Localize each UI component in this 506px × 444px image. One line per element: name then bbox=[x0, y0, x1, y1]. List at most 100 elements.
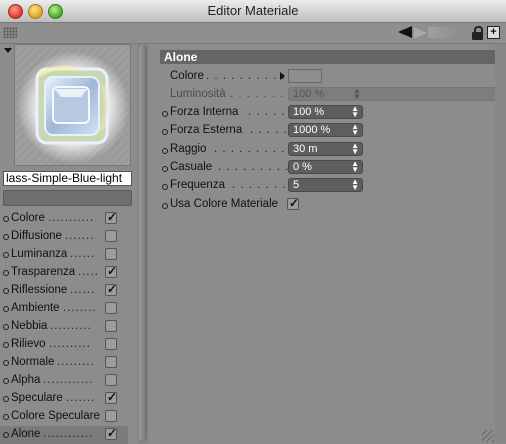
leader-dots: .......... bbox=[49, 338, 91, 350]
channel-item[interactable]: Nebbia.......... bbox=[0, 318, 128, 336]
resize-grip-icon[interactable] bbox=[482, 430, 494, 442]
stepper-arrows-icon[interactable]: ▲ ▼ bbox=[351, 160, 359, 174]
channel-item[interactable]: Diffusione....... bbox=[0, 228, 128, 246]
prop-label: Forza Esterna bbox=[170, 124, 243, 136]
animation-dot-icon[interactable] bbox=[3, 306, 9, 312]
left-scrollbar[interactable] bbox=[138, 44, 148, 443]
material-editor-window: Editor Materiale + lass-Simple-Blue-ligh… bbox=[0, 0, 506, 444]
channel-item[interactable]: Riflessione...... ✓ bbox=[0, 282, 128, 300]
channel-item[interactable]: Colore........... ✓ bbox=[0, 210, 128, 228]
back-arrow-icon[interactable] bbox=[398, 26, 412, 38]
animation-dot-icon[interactable] bbox=[3, 270, 9, 276]
channel-checkbox[interactable] bbox=[105, 338, 117, 350]
channel-item[interactable]: Colore Speculare bbox=[0, 408, 128, 426]
channel-label: Trasparenza bbox=[11, 266, 76, 278]
grip-icon[interactable] bbox=[3, 27, 17, 38]
leader-dots: . . . . . . . . . . bbox=[218, 161, 298, 173]
animation-dot-icon[interactable] bbox=[162, 148, 168, 154]
checkmark-icon: ✓ bbox=[107, 210, 118, 224]
channel-list: Colore........... ✓ Diffusione....... Lumin… bbox=[0, 210, 128, 444]
animation-dot-icon[interactable] bbox=[3, 378, 9, 384]
channel-label: Nebbia bbox=[11, 320, 48, 332]
stepper-arrows-icon[interactable]: ▲ ▼ bbox=[351, 142, 359, 156]
left-scroll-thumb[interactable] bbox=[139, 45, 147, 441]
animation-dot-icon[interactable] bbox=[3, 234, 9, 240]
color-picker-triangle-icon[interactable] bbox=[280, 72, 285, 80]
prop-label: Raggio bbox=[170, 143, 207, 155]
stepper-arrows-icon[interactable]: ▲ ▼ bbox=[351, 178, 359, 192]
color-swatch[interactable] bbox=[288, 69, 322, 83]
animation-dot-icon[interactable] bbox=[162, 129, 168, 135]
channel-item[interactable]: Trasparenza..... ✓ bbox=[0, 264, 128, 282]
channel-label: Alpha bbox=[11, 374, 41, 386]
stepper-arrows-icon[interactable]: ▲ ▼ bbox=[351, 123, 359, 137]
field-value: 5 bbox=[293, 179, 300, 191]
channel-item[interactable]: Normale......... bbox=[0, 354, 128, 372]
leader-dots: ...... bbox=[70, 284, 96, 296]
channel-checkbox[interactable] bbox=[105, 230, 117, 242]
stepper-arrows-icon[interactable]: ▲ ▼ bbox=[351, 105, 359, 119]
history-bar bbox=[428, 27, 458, 38]
channel-checkbox[interactable] bbox=[105, 356, 117, 368]
glass-cube-preview bbox=[17, 51, 129, 163]
channel-label: Alone bbox=[11, 428, 41, 440]
channel-checkbox[interactable] bbox=[105, 248, 117, 260]
animation-dot-icon[interactable] bbox=[162, 166, 168, 172]
prop-label: Usa Colore Materiale bbox=[170, 198, 279, 210]
channel-item[interactable]: Luminanza...... bbox=[0, 246, 128, 264]
channel-label: Diffusione bbox=[11, 230, 62, 242]
animation-dot-icon[interactable] bbox=[3, 414, 9, 420]
channel-checkbox[interactable] bbox=[105, 320, 117, 332]
forza-interna-field[interactable]: 100 % ▲ ▼ bbox=[288, 105, 363, 119]
channel-checkbox[interactable]: ✓ bbox=[105, 426, 117, 440]
channel-item[interactable]: Alone............ ✓ bbox=[0, 426, 128, 444]
channel-label: Normale bbox=[11, 356, 55, 368]
channel-label: Riflessione bbox=[11, 284, 68, 296]
animation-dot-icon[interactable] bbox=[162, 184, 168, 190]
channel-item[interactable]: Speculare....... ✓ bbox=[0, 390, 128, 408]
lock-icon[interactable] bbox=[472, 26, 483, 40]
material-name-field[interactable]: lass-Simple-Blue-light bbox=[3, 171, 132, 186]
right-scrollbar[interactable] bbox=[495, 44, 506, 443]
prop-label: Frequenza bbox=[170, 179, 225, 191]
properties-panel: Alone Colore . . . . . . . . . . . Lumin… bbox=[156, 44, 506, 443]
channel-checkbox[interactable]: ✓ bbox=[105, 210, 118, 224]
animation-dot-icon[interactable] bbox=[3, 252, 9, 258]
channel-checkbox[interactable]: ✓ bbox=[105, 282, 117, 296]
animation-dot-icon[interactable] bbox=[162, 111, 168, 117]
new-window-icon[interactable]: + bbox=[487, 26, 500, 39]
forward-arrow-icon[interactable] bbox=[414, 27, 427, 39]
checkmark-icon: ✓ bbox=[289, 196, 300, 210]
animation-dot-icon[interactable] bbox=[3, 324, 9, 330]
casuale-field[interactable]: 0 % ▲ ▼ bbox=[288, 160, 363, 174]
frequenza-field[interactable]: 5 ▲ ▼ bbox=[288, 178, 363, 192]
leader-dots: ........ bbox=[63, 302, 97, 314]
field-value: 0 % bbox=[293, 161, 312, 173]
preview-slider[interactable] bbox=[3, 190, 132, 206]
material-preview[interactable] bbox=[14, 44, 131, 166]
stepper-arrows-icon: ▲ ▼ bbox=[353, 86, 361, 101]
channel-checkbox[interactable] bbox=[105, 410, 117, 422]
channel-checkbox[interactable] bbox=[105, 302, 117, 314]
animation-dot-icon[interactable] bbox=[3, 360, 9, 366]
animation-dot-icon[interactable] bbox=[3, 288, 9, 294]
animation-dot-icon[interactable] bbox=[3, 432, 9, 438]
forza-esterna-field[interactable]: 1000 % ▲ ▼ bbox=[288, 123, 363, 137]
channel-checkbox[interactable]: ✓ bbox=[105, 390, 117, 404]
channel-checkbox[interactable] bbox=[105, 374, 117, 386]
menu-triangle-icon[interactable] bbox=[4, 48, 12, 53]
usa-colore-checkbox[interactable]: ✓ bbox=[287, 196, 300, 210]
animation-dot-icon[interactable] bbox=[3, 216, 9, 222]
channel-item[interactable]: Alpha............ bbox=[0, 372, 128, 390]
field-value: 30 m bbox=[293, 143, 318, 155]
raggio-field[interactable]: 30 m ▲ ▼ bbox=[288, 142, 363, 156]
channel-checkbox[interactable]: ✓ bbox=[105, 264, 117, 278]
channel-item[interactable]: Rilievo.......... bbox=[0, 336, 128, 354]
animation-dot-icon[interactable] bbox=[3, 396, 9, 402]
animation-dot-icon[interactable] bbox=[3, 342, 9, 348]
channel-item[interactable]: Ambiente........ bbox=[0, 300, 128, 318]
animation-dot-icon[interactable] bbox=[162, 203, 168, 209]
prop-label: Luminosità bbox=[170, 88, 226, 100]
field-value: 100 % bbox=[293, 88, 325, 100]
channel-panel: lass-Simple-Blue-light Colore...........… bbox=[0, 44, 137, 444]
